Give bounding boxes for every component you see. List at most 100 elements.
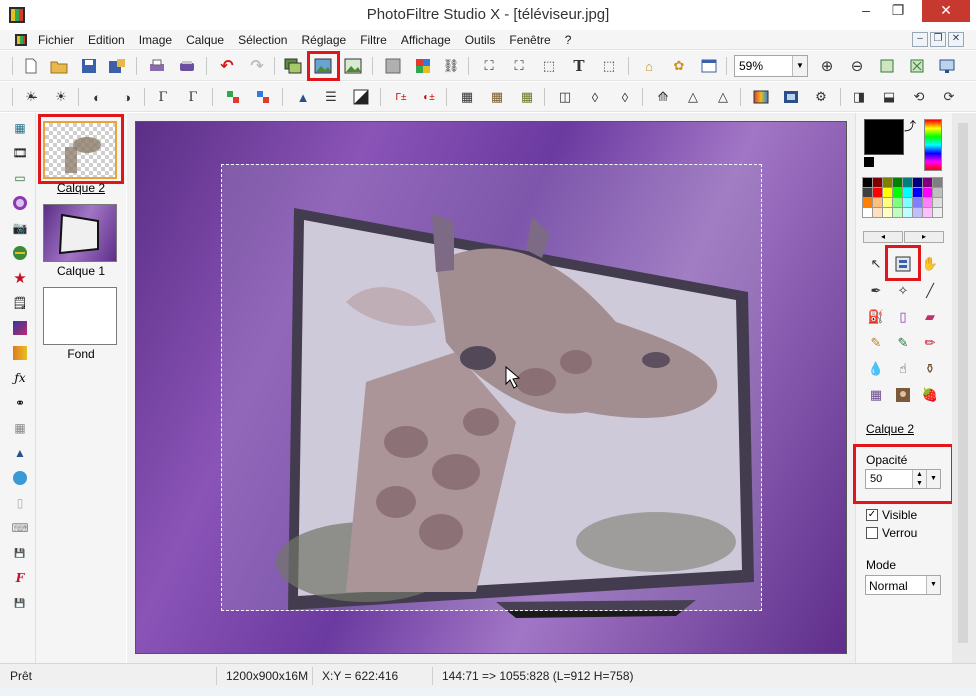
- resize-icon[interactable]: ⛶: [508, 55, 530, 77]
- new-file-icon[interactable]: [20, 55, 42, 77]
- mdi-restore-button[interactable]: ❐: [930, 32, 946, 47]
- camera-icon[interactable]: 📷: [11, 219, 29, 237]
- save-2000-icon[interactable]: 💾: [11, 544, 29, 562]
- blur-drop-icon[interactable]: 💧: [866, 359, 886, 379]
- grid-icon[interactable]: ▦: [11, 419, 29, 437]
- color-swatch[interactable]: [862, 187, 873, 198]
- layer-label[interactable]: Fond: [36, 347, 126, 361]
- brightness-minus-icon[interactable]: ☀̶: [20, 86, 42, 108]
- color-swatch-grid[interactable]: [862, 177, 945, 228]
- pencil-icon[interactable]: ✏: [920, 333, 940, 353]
- strawberry-icon[interactable]: 🍓: [920, 385, 940, 405]
- color-swatch[interactable]: [872, 197, 883, 208]
- selection-transform-icon[interactable]: ⬚: [538, 55, 560, 77]
- zoom-combobox[interactable]: 59% ▼: [734, 55, 808, 77]
- swap-colors-icon[interactable]: ⤴: [904, 117, 916, 134]
- save-icon[interactable]: [78, 55, 100, 77]
- redo-icon[interactable]: ↷: [246, 55, 268, 77]
- color-swatch[interactable]: [922, 177, 933, 188]
- brush-icon[interactable]: ✎: [866, 333, 886, 353]
- layer-thumbnail-calque-2[interactable]: [43, 121, 117, 179]
- color-swatch[interactable]: [912, 187, 923, 198]
- levels-icon[interactable]: ☰: [320, 86, 342, 108]
- color-swatch[interactable]: [902, 197, 913, 208]
- save-as-icon[interactable]: [106, 55, 128, 77]
- color-swatch[interactable]: [892, 177, 903, 188]
- sharpen-icon[interactable]: ▦: [486, 86, 508, 108]
- filter-chain-icon[interactable]: ⚭: [11, 394, 29, 412]
- menu-outils[interactable]: Outils: [465, 33, 496, 47]
- film-icon[interactable]: 🎞: [11, 144, 29, 162]
- color-swatch[interactable]: [862, 197, 873, 208]
- blur-icon[interactable]: ▦: [456, 86, 478, 108]
- line-icon[interactable]: ╱: [920, 281, 940, 301]
- color-swatch[interactable]: [932, 197, 943, 208]
- color-swatch[interactable]: [882, 187, 893, 198]
- palette-scroll-left[interactable]: ◂: [863, 231, 903, 243]
- book-icon[interactable]: ▯: [11, 494, 29, 512]
- menu-affichage[interactable]: Affichage: [401, 33, 451, 47]
- magic-wand-icon[interactable]: ✧: [893, 281, 913, 301]
- lock-checkbox[interactable]: [866, 527, 878, 539]
- rotate-right-icon[interactable]: ⟳: [938, 86, 960, 108]
- color-swatch[interactable]: [882, 197, 893, 208]
- current-layer-link[interactable]: Calque 2: [866, 422, 914, 436]
- texture-icon[interactable]: ▦: [516, 86, 538, 108]
- gradient-swatch-icon[interactable]: [11, 344, 29, 362]
- star-icon[interactable]: ★: [11, 269, 29, 287]
- triangle-icon[interactable]: △: [682, 86, 704, 108]
- undo-icon[interactable]: ↶: [216, 55, 238, 77]
- scrollbar-thumb[interactable]: [958, 123, 968, 643]
- color-palette-icon[interactable]: [412, 55, 434, 77]
- menu-reglage[interactable]: Réglage: [301, 33, 346, 47]
- mdi-close-button[interactable]: ✕: [948, 32, 964, 47]
- menu-filtre[interactable]: Filtre: [360, 33, 387, 47]
- plugins-icon[interactable]: ✿: [668, 55, 690, 77]
- brightness-plus-icon[interactable]: ☀: [50, 86, 72, 108]
- chevron-down-icon[interactable]: ▼: [926, 470, 940, 488]
- color-swatch[interactable]: [902, 177, 913, 188]
- layer-label[interactable]: Calque 2: [36, 181, 126, 195]
- open-folder-icon[interactable]: [48, 55, 70, 77]
- menu-fenetre[interactable]: Fenêtre: [509, 33, 550, 47]
- spray-icon[interactable]: ▯: [893, 307, 913, 327]
- contrast-plus-icon[interactable]: ◑: [116, 86, 138, 108]
- saturation-plus-icon[interactable]: [252, 86, 274, 108]
- contrast-minus-icon[interactable]: ◐: [86, 86, 108, 108]
- menu-fichier[interactable]: Fichier: [38, 33, 74, 47]
- maximize-button[interactable]: ❐: [884, 0, 912, 22]
- print-icon[interactable]: [146, 55, 168, 77]
- actual-size-icon[interactable]: [876, 55, 898, 77]
- menu-calque[interactable]: Calque: [186, 33, 224, 47]
- color-swatch[interactable]: [922, 187, 933, 198]
- drop-double-icon[interactable]: ◊: [614, 86, 636, 108]
- mirror-icon[interactable]: ◫: [554, 86, 576, 108]
- auto-contrast-icon[interactable]: ◐±: [418, 86, 440, 108]
- menu-edition[interactable]: Edition: [88, 33, 125, 47]
- color-swatch[interactable]: [872, 207, 883, 218]
- smudge-icon[interactable]: ☝: [893, 359, 913, 379]
- auto-crop-icon[interactable]: ⛶: [478, 55, 500, 77]
- clone-portrait-icon[interactable]: [893, 385, 913, 405]
- warp-grid-icon[interactable]: ▦: [866, 385, 886, 405]
- scanner-icon[interactable]: [176, 55, 198, 77]
- frame-icon[interactable]: [780, 86, 802, 108]
- eyedropper-icon[interactable]: ✒: [866, 281, 886, 301]
- opacity-spinner[interactable]: ▲ ▼: [912, 470, 926, 488]
- gamma-minus-icon[interactable]: Γ: [152, 86, 174, 108]
- menu-selection[interactable]: Sélection: [238, 33, 287, 47]
- fullscreen-icon[interactable]: [936, 55, 958, 77]
- sphere-icon[interactable]: [11, 194, 29, 212]
- pointer-icon[interactable]: ↖: [866, 254, 886, 274]
- texture-swatch-icon[interactable]: [11, 319, 29, 337]
- explorer-icon[interactable]: ⌂: [638, 55, 660, 77]
- histogram-icon[interactable]: ▲: [292, 86, 314, 108]
- color-swatch[interactable]: [862, 177, 873, 188]
- spectrum-picker[interactable]: [924, 119, 942, 171]
- color-swatch[interactable]: [902, 187, 913, 198]
- chevron-down-icon[interactable]: ▼: [926, 576, 940, 594]
- foreground-color[interactable]: [864, 119, 904, 155]
- window-icon[interactable]: [698, 55, 720, 77]
- blend-mode-select[interactable]: Normal ▼: [865, 575, 941, 595]
- color-swatch[interactable]: [892, 187, 903, 198]
